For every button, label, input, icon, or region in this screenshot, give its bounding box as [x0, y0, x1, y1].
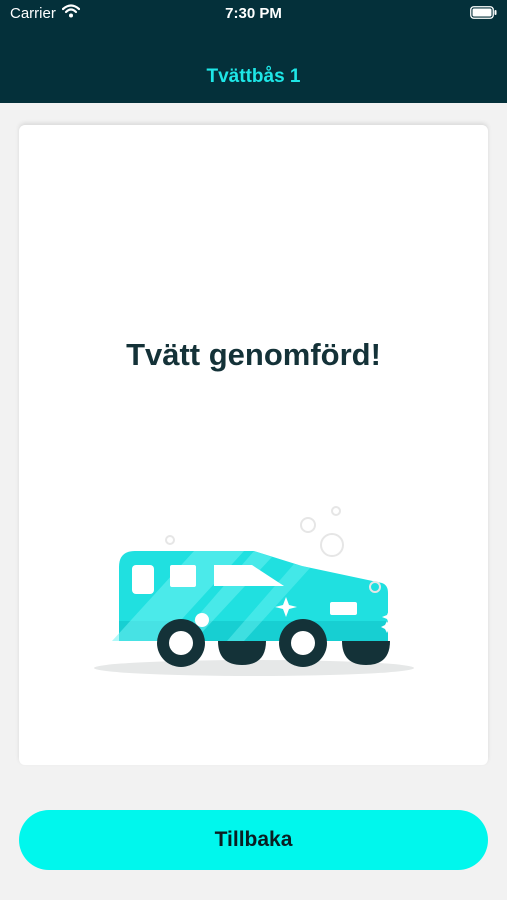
- wash-complete-message: Tvätt genomförd!: [126, 337, 381, 372]
- status-time: 7:30 PM: [225, 5, 282, 22]
- washed-car-illustration: [94, 375, 414, 690]
- page-title: Tvättbås 1: [206, 66, 301, 87]
- wash-result-card: Tvätt genomförd!: [19, 125, 488, 765]
- status-bar: Carrier 7:30 PM: [0, 0, 507, 28]
- top-header: Carrier 7:30 PM Tvättbås 1: [0, 0, 507, 103]
- battery-icon: [470, 6, 497, 23]
- back-button[interactable]: Tillbaka: [19, 810, 488, 870]
